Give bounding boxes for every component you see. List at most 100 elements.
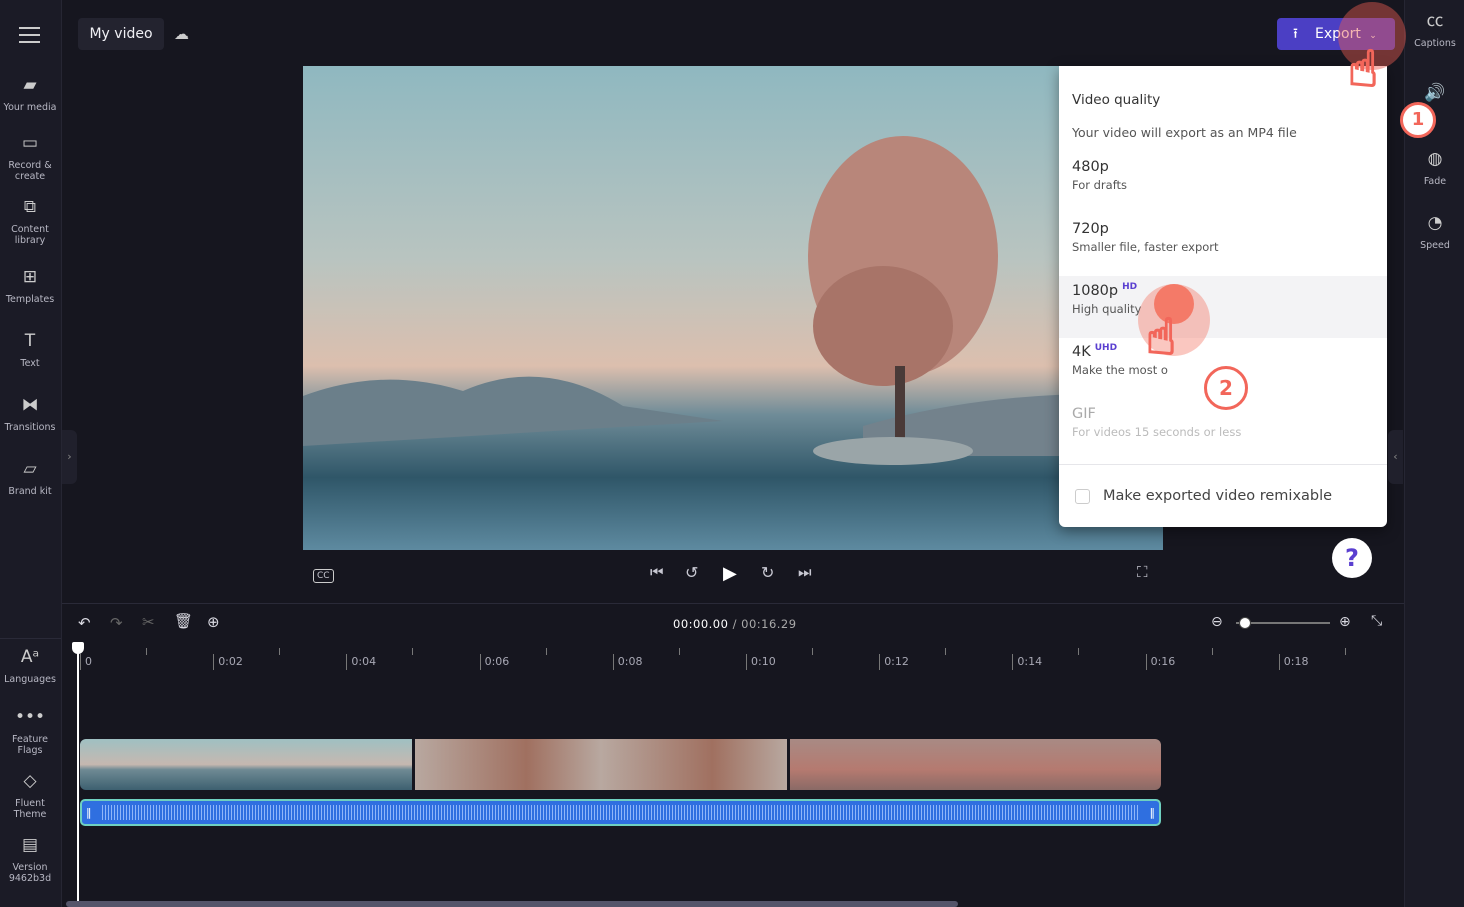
menu-subheading: Your video will export as an MP4 file: [1072, 125, 1297, 140]
minor-tick: [1211, 648, 1213, 655]
quality-option-480p[interactable]: 480p For drafts: [1059, 152, 1387, 214]
quality-label: 720p: [1072, 220, 1109, 237]
nav-item-0[interactable]: ㏄ Captions: [1405, 13, 1464, 50]
quality-option-1080p[interactable]: 1080p HD High quality: [1059, 276, 1387, 338]
expand-left-panel[interactable]: ›: [62, 430, 77, 484]
zoom-out-icon[interactable]: ⊖: [1211, 614, 1223, 630]
time-tick: 0:02: [213, 654, 243, 670]
minor-tick: [678, 648, 680, 655]
left-sidebar: ▰ Your media ▭ Record & create ⧉ Content libr…: [0, 0, 62, 907]
playhead[interactable]: [72, 642, 84, 907]
remix-checkbox[interactable]: [1075, 489, 1090, 504]
minor-tick: [412, 648, 414, 655]
time-tick: 0:10: [746, 654, 776, 670]
time-tick: 0:16: [1145, 654, 1175, 670]
pointer-annotation-1: ☝ 1: [1338, 2, 1436, 138]
quality-label: 480p: [1072, 158, 1109, 175]
time-tick: 0:08: [612, 654, 643, 670]
nav-item-2[interactable]: ◍ Fade: [1405, 151, 1464, 188]
nav-label: Templates: [5, 294, 55, 305]
skip-start-icon[interactable]: ⏮: [650, 563, 664, 581]
nav-item-1[interactable]: ••• Feature Flags: [0, 707, 60, 757]
add-media-icon[interactable]: ⊕: [207, 613, 220, 631]
quality-desc: For drafts: [1072, 177, 1128, 192]
menu-icon[interactable]: [19, 27, 40, 43]
split-icon[interactable]: ✂: [142, 613, 155, 631]
play-icon[interactable]: ▶: [723, 563, 737, 584]
minor-tick: [279, 648, 281, 655]
help-button[interactable]: ?: [1332, 538, 1372, 578]
time-tick: 0:18: [1278, 654, 1309, 670]
cloud-saved-icon: ☁: [174, 25, 189, 43]
remix-label[interactable]: Make exported video remixable: [1103, 488, 1332, 504]
nav-item-0[interactable]: ▰ Your media: [0, 75, 60, 114]
forward-5-icon[interactable]: ↻: [761, 563, 774, 582]
skip-end-icon[interactable]: ⏭: [798, 563, 812, 581]
pointer-annotation-2: ☝ 2: [1138, 268, 1248, 410]
nav-item-2[interactable]: ◇ Fluent Theme: [0, 771, 60, 821]
nav-label: Languages: [4, 674, 56, 685]
templates-icon: ⊞: [22, 267, 38, 287]
delete-icon[interactable]: 🗑: [174, 612, 193, 630]
nav-item-3[interactable]: ◔ Speed: [1405, 213, 1464, 252]
nav-label: Content library: [11, 224, 49, 246]
video-track[interactable]: [80, 739, 1161, 790]
zoom-slider[interactable]: [1236, 617, 1330, 629]
nav-item-6[interactable]: ▱ Brand kit: [0, 461, 60, 498]
nav-item-3[interactable]: ▤ Version 9462b3d: [0, 837, 60, 885]
time-tick: 0:06: [479, 654, 509, 670]
minor-tick: [545, 648, 547, 655]
quality-badge: UHD: [1094, 343, 1118, 353]
nav-item-5[interactable]: ⧓ Transitions: [0, 397, 60, 434]
nav-item-0[interactable]: Aᵃ Languages: [0, 647, 60, 686]
audio-trim-handle-right[interactable]: ‖: [1150, 806, 1156, 819]
speed-icon: ◔: [1427, 213, 1443, 233]
fullscreen-icon[interactable]: ⛶: [1137, 563, 1148, 581]
project-title[interactable]: My video: [78, 18, 164, 50]
nav-label: Text: [20, 358, 40, 369]
current-time: 00:00.00: [673, 617, 729, 631]
nav-label: Fluent Theme: [13, 798, 47, 820]
video-frame: [303, 136, 1163, 465]
minor-tick: [945, 648, 947, 655]
camera-icon: ▭: [21, 133, 39, 153]
redo-icon[interactable]: ↷: [110, 614, 123, 632]
time-tick: 0:14: [1012, 654, 1042, 670]
nav-label: Your media: [3, 102, 57, 113]
quality-label: 4K UHD: [1072, 343, 1118, 360]
languages-icon: Aᵃ: [20, 647, 40, 667]
more-icon: •••: [14, 707, 46, 727]
upload-icon: ⭱: [1293, 26, 1298, 42]
rewind-5-icon[interactable]: ↺: [685, 563, 698, 582]
step-badge: 1: [1400, 102, 1436, 138]
top-bar: My video ☁ ⭱ Export ⌄: [62, 0, 1404, 66]
nav-label: Version 9462b3d: [8, 862, 52, 884]
captions-toggle-icon[interactable]: CC: [313, 563, 334, 583]
quality-label: 1080p HD: [1072, 282, 1138, 299]
nav-item-1[interactable]: ▭ Record & create: [0, 133, 60, 183]
folder-icon: ▰: [23, 75, 37, 95]
audio-trim-handle-left[interactable]: ‖: [86, 806, 92, 819]
fit-timeline-icon[interactable]: ⤡: [1371, 613, 1382, 629]
menu-heading: Video quality: [1072, 92, 1161, 108]
quality-option-720p[interactable]: 720p Smaller file, faster export: [1059, 214, 1387, 276]
nav-item-4[interactable]: T Text: [0, 331, 60, 370]
time-tick: 0: [80, 654, 92, 670]
collapse-right-panel[interactable]: ‹: [1388, 430, 1403, 484]
text-icon: T: [24, 331, 36, 351]
minor-tick: [812, 648, 813, 655]
timeline-scrollbar[interactable]: [66, 901, 958, 907]
quality-desc: For videos 15 seconds or less: [1072, 424, 1242, 439]
nav-label: Feature Flags: [12, 734, 48, 756]
nav-label: Brand kit: [8, 486, 52, 497]
paint-bucket-icon: ◇: [23, 771, 37, 791]
quality-desc: Smaller file, faster export: [1072, 239, 1219, 254]
minor-tick: [1078, 648, 1080, 655]
nav-item-3[interactable]: ⊞ Templates: [0, 267, 60, 306]
nav-item-2[interactable]: ⧉ Content library: [0, 199, 60, 247]
zoom-in-icon[interactable]: ⊕: [1339, 614, 1351, 630]
video-preview[interactable]: [303, 66, 1163, 550]
hand-pointer-icon: ☝: [1347, 39, 1379, 99]
audio-track[interactable]: ‖ ‖: [80, 799, 1161, 826]
undo-icon[interactable]: ↶: [78, 614, 91, 632]
